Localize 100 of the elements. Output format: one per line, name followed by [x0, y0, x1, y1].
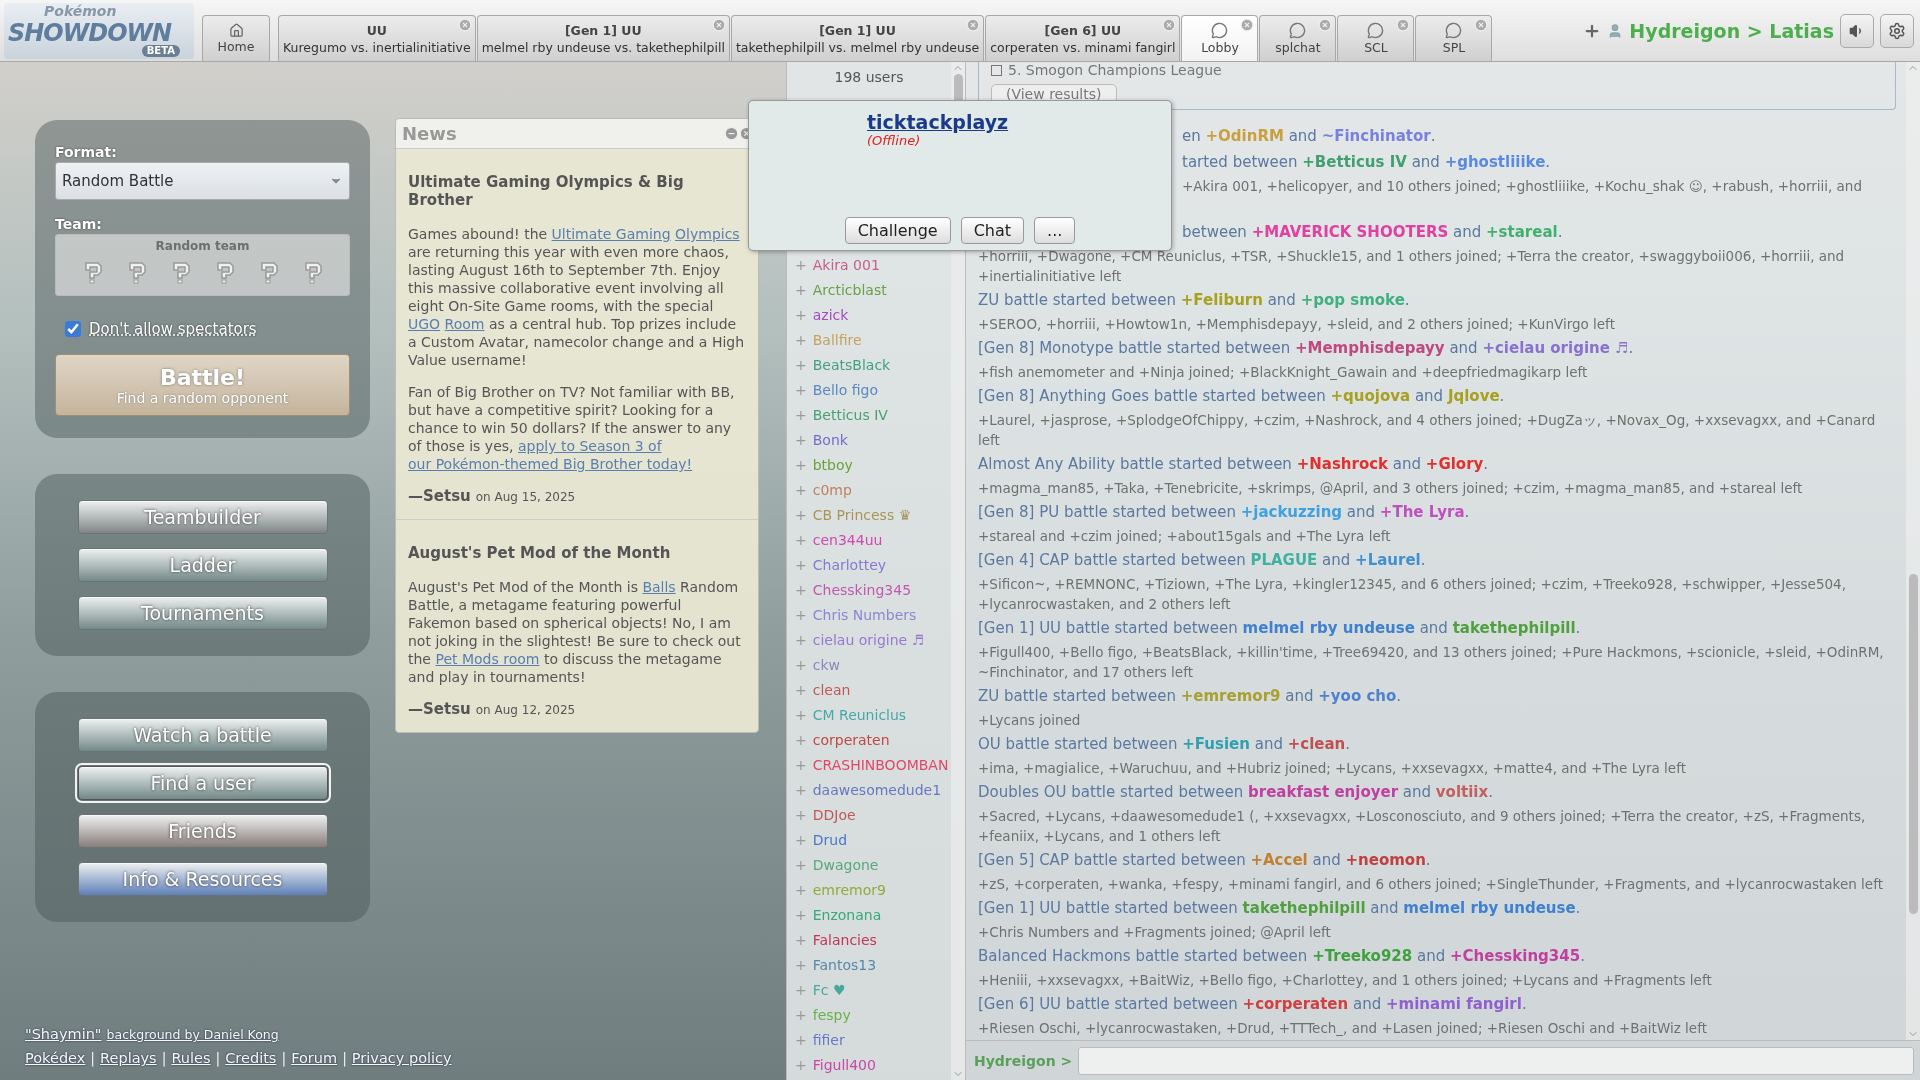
user-list-item[interactable]: + Akira 001	[787, 252, 951, 277]
scrollbar-thumb[interactable]	[1908, 574, 1918, 914]
footer-link[interactable]: Credits	[225, 1050, 277, 1066]
team-select[interactable]: Random team	[55, 234, 350, 296]
format-label: Format:	[55, 144, 118, 160]
menu-button[interactable]: Watch a battle	[77, 718, 328, 752]
chat-bubble-icon	[1211, 21, 1229, 39]
battle-tab[interactable]: UU Kuregumo vs. inertialinitiative	[278, 15, 476, 61]
credit-link[interactable]: "Shaymin"	[25, 1026, 102, 1042]
user-list-item[interactable]: + DDJoe	[787, 802, 951, 827]
close-icon[interactable]	[457, 18, 472, 32]
news-link[interactable]: apply to Season 3 of	[517, 438, 662, 454]
user-list-item[interactable]: + ckw	[787, 652, 951, 677]
user-list-item[interactable]: + cielau origine ♬	[787, 627, 951, 652]
close-icon[interactable]	[711, 18, 726, 32]
sound-button[interactable]	[1840, 13, 1874, 48]
join-leave-message: +ima, +magialice, +Waruchuu, and +Hubriz joined; +Lycans, +xxsevagxx, +matte4, and +The Lyra left	[978, 759, 1687, 778]
user-list-item[interactable]: + azick	[787, 302, 951, 327]
battle-button[interactable]: Battle! Find a random opponent	[55, 354, 350, 416]
join-leave-message: +horriii, +Dwagone, +CM Reuniclus, +TSR, +Shuckle15, and 1 others joined; +Terra the creator, +swaggyboii006, +horriii, and +inertialinitiative left	[978, 247, 1846, 286]
user-list-item[interactable]: + c0mp	[787, 477, 951, 502]
user-list-item[interactable]: + btboy	[787, 452, 951, 477]
user-list-item[interactable]: + Fc ♥	[787, 977, 951, 1002]
menu-button[interactable]: Tournaments	[77, 596, 328, 630]
battle-message: [Gen 1] UU battle started between takethephilpill and melmel rby undeuse.	[978, 898, 1582, 918]
user-list-item[interactable]: + Ballfire	[787, 327, 951, 352]
logo[interactable]: Pokémon SHOWDOWN BETA	[4, 2, 194, 59]
user-list-item[interactable]: + corperaten	[787, 727, 951, 752]
user-list-item[interactable]: + Falancies	[787, 927, 951, 952]
chat-input[interactable]	[1078, 1046, 1914, 1075]
menu-button[interactable]: Teambuilder	[77, 500, 328, 534]
news-link[interactable]: Room	[444, 316, 485, 332]
menu-button[interactable]: Info & Resources	[77, 862, 328, 896]
popup-username[interactable]: ticktackplayz	[867, 111, 1009, 133]
user-list-item[interactable]: + CB Princess ♛	[787, 502, 951, 527]
user-list-item[interactable]: + Bello figo	[787, 377, 951, 402]
scrollbar[interactable]	[1906, 62, 1920, 1040]
username[interactable]: Hydreigon > Latias	[1629, 19, 1834, 42]
news-link[interactable]: Pet Mods room	[435, 651, 540, 667]
close-icon[interactable]	[1396, 18, 1411, 32]
user-list-item[interactable]: + Drud	[787, 827, 951, 852]
popup-button[interactable]: Challenge	[844, 217, 951, 244]
format-select[interactable]: Random Battle	[55, 162, 350, 200]
poll-option[interactable]: 5. Smogon Champions League	[991, 62, 1883, 78]
user-list-item[interactable]: + daawesomedude1	[787, 777, 951, 802]
join-leave-message: +Laurel, +jasprose, +SplodgeOfChippy, +czim, +Nashrock, and 4 others joined; +DugZaッ, +Novax_Og, +xxsevagxx, and +Canard left	[978, 411, 1877, 450]
popup-button[interactable]: Chat	[960, 217, 1025, 244]
home-tab[interactable]: Home	[202, 15, 270, 61]
battle-tab[interactable]: [Gen 1] UU melmel rby undeuse vs. takethephilpill	[476, 15, 730, 61]
user-list-item[interactable]: + fespy	[787, 1002, 951, 1027]
spectators-checkbox[interactable]	[65, 321, 81, 337]
room-tab[interactable]: SCL	[1337, 15, 1415, 61]
menu-button[interactable]: Friends	[77, 814, 328, 848]
user-list-item[interactable]: + fifier	[787, 1027, 951, 1052]
user-list-item[interactable]: + Figull400	[787, 1052, 951, 1077]
room-tab[interactable]: splchat	[1259, 15, 1337, 61]
room-tab[interactable]: Lobby	[1181, 15, 1259, 61]
credit-link[interactable]: background by Daniel Kong	[106, 1027, 279, 1042]
user-list-item[interactable]: + emremor9	[787, 877, 951, 902]
close-icon[interactable]	[1240, 18, 1255, 32]
footer-link[interactable]: Replays	[100, 1050, 157, 1066]
user-list-item[interactable]: + cen344uu	[787, 527, 951, 552]
user-list-item[interactable]: + Arcticblast	[787, 277, 951, 302]
settings-icon	[1888, 21, 1906, 40]
spectators-label[interactable]: Don't allow spectators	[89, 320, 257, 338]
close-icon[interactable]	[1318, 18, 1333, 32]
user-list-item[interactable]: + CM Reuniclus	[787, 702, 951, 727]
battle-tab[interactable]: [Gen 6] UU corperaten vs. minami fangirl	[985, 15, 1181, 61]
user-list-item[interactable]: + BeatsBlack	[787, 352, 951, 377]
user-list-item[interactable]: + Fantos13	[787, 952, 951, 977]
close-icon[interactable]	[966, 18, 981, 32]
minimize-icon[interactable]	[724, 126, 739, 141]
news-link[interactable]: Olympics	[675, 226, 740, 242]
user-list-item[interactable]: + clean	[787, 677, 951, 702]
user-list-item[interactable]: + CRASHINBOOMBAN	[787, 752, 951, 777]
battle-tab[interactable]: [Gen 1] UU takethephilpill vs. melmel rby undeuse	[730, 15, 985, 61]
room-tab[interactable]: SPL	[1415, 15, 1493, 61]
news-link[interactable]: Balls	[642, 579, 676, 595]
user-list-item[interactable]: + Dwagone	[787, 852, 951, 877]
close-icon[interactable]	[1474, 18, 1489, 32]
close-icon[interactable]	[1162, 18, 1177, 32]
popup-button[interactable]: ...	[1034, 217, 1076, 244]
menu-button[interactable]: Ladder	[77, 548, 328, 582]
footer-link[interactable]: Privacy policy	[351, 1050, 452, 1066]
footer-link[interactable]: Rules	[171, 1050, 211, 1066]
news-link[interactable]: Ultimate Gaming	[551, 226, 671, 242]
user-list-item[interactable]: + Chris Numbers	[787, 602, 951, 627]
user-list-item[interactable]: + Bonk	[787, 427, 951, 452]
battle-message: Almost Any Ability battle started between +Nashrock and +Glory.	[978, 454, 1490, 474]
menu-button[interactable]: Find a user	[77, 766, 328, 800]
user-list-item[interactable]: + Betticus IV	[787, 402, 951, 427]
user-list-item[interactable]: + Charlottey	[787, 552, 951, 577]
footer-link[interactable]: Pokédex	[25, 1050, 86, 1066]
settings-button[interactable]	[1880, 13, 1914, 48]
news-link[interactable]: our Pokémon-themed Big Brother today!	[408, 456, 693, 472]
news-link[interactable]: UGO	[408, 316, 441, 332]
footer-link[interactable]: Forum	[291, 1050, 338, 1066]
user-list-item[interactable]: + Enzonana	[787, 902, 951, 927]
user-list-item[interactable]: + Chessking345	[787, 577, 951, 602]
separator: |	[281, 1050, 287, 1066]
